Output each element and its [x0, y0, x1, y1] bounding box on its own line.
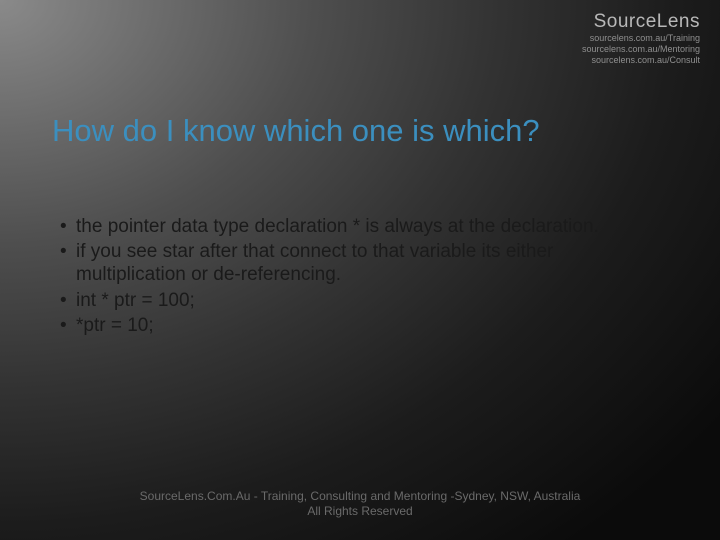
slide-body: the pointer data type declaration * is a…	[60, 215, 660, 339]
bullet-list: the pointer data type declaration * is a…	[60, 215, 660, 337]
footer-line-2: All Rights Reserved	[0, 504, 720, 520]
slide-footer: SourceLens.Com.Au - Training, Consulting…	[0, 489, 720, 520]
slide: SourceLens sourcelens.com.au/Training so…	[0, 0, 720, 540]
watermark-line-2: sourcelens.com.au/Mentoring	[582, 45, 700, 55]
bullet-item: if you see star after that connect to th…	[60, 240, 660, 286]
watermark-block: SourceLens sourcelens.com.au/Training so…	[582, 12, 700, 66]
bullet-item: the pointer data type declaration * is a…	[60, 215, 660, 238]
watermark-brand: SourceLens	[582, 12, 700, 33]
bullet-item: *ptr = 10;	[60, 314, 660, 337]
watermark-line-3: sourcelens.com.au/Consult	[582, 56, 700, 66]
slide-title: How do I know which one is which?	[52, 113, 540, 149]
bullet-item: int * ptr = 100;	[60, 289, 660, 312]
watermark-line-1: sourcelens.com.au/Training	[582, 34, 700, 44]
footer-line-1: SourceLens.Com.Au - Training, Consulting…	[0, 489, 720, 505]
